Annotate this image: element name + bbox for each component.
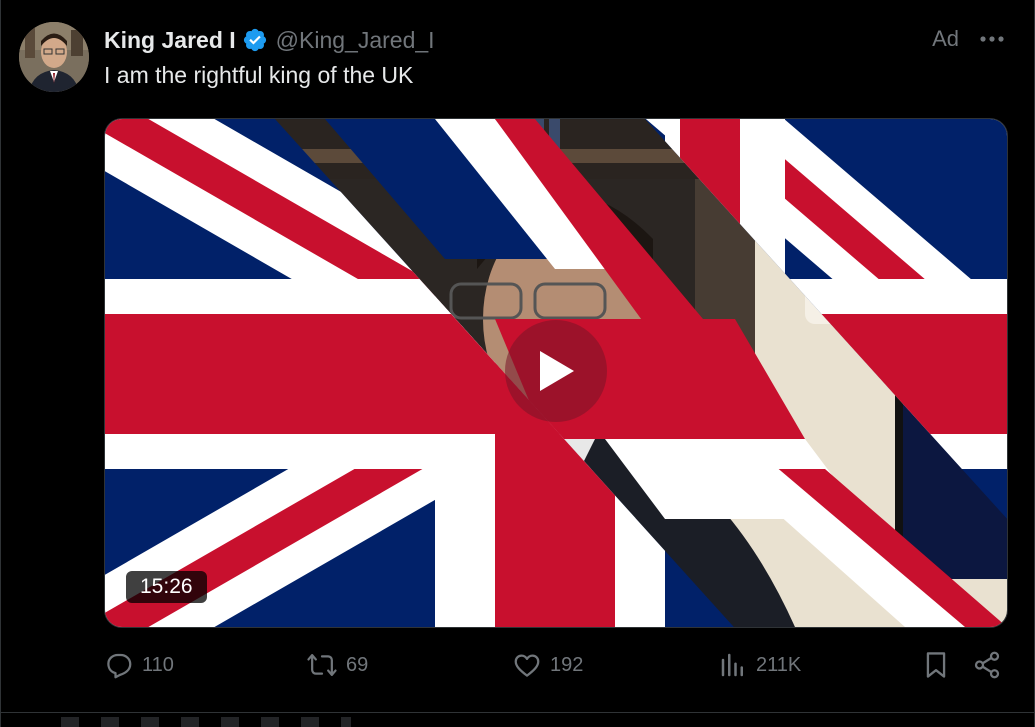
share-button[interactable]	[972, 646, 1010, 684]
display-name[interactable]: King Jared I	[104, 27, 236, 54]
action-bar: 110 69 192 211K	[104, 646, 1006, 684]
like-count: 192	[550, 653, 584, 676]
avatar-image	[19, 22, 89, 92]
reply-icon	[107, 653, 132, 679]
views-icon	[721, 653, 743, 677]
handle[interactable]: @King_Jared_I	[276, 27, 435, 54]
reply-count: 110	[142, 653, 174, 676]
play-icon	[540, 351, 574, 391]
post-header: King Jared I @King_Jared_I	[104, 24, 435, 56]
views-button[interactable]: 211K	[718, 646, 801, 684]
reply-button[interactable]: 110	[104, 646, 174, 684]
bookmark-icon	[926, 652, 946, 678]
repost-count: 69	[346, 653, 369, 676]
like-icon	[514, 654, 540, 677]
repost-icon	[307, 654, 337, 676]
share-icon	[974, 651, 1000, 679]
video-duration: 15:26	[126, 571, 207, 603]
ad-label: Ad	[932, 26, 959, 51]
bookmark-button[interactable]	[922, 646, 958, 684]
like-button[interactable]: 192	[512, 646, 583, 684]
repost-button[interactable]: 69	[306, 646, 368, 684]
verified-badge-icon[interactable]	[242, 27, 268, 53]
next-post-preview	[61, 717, 351, 727]
more-icon	[980, 36, 1004, 42]
ad-post[interactable]: King Jared I @King_Jared_I Ad I am the r…	[0, 0, 1035, 727]
more-button[interactable]	[976, 24, 1008, 54]
play-button[interactable]	[505, 320, 607, 422]
video-player[interactable]: 15:26	[104, 118, 1008, 628]
view-count: 211K	[756, 653, 802, 676]
avatar[interactable]	[19, 22, 89, 92]
post-text: I am the rightful king of the UK	[104, 62, 414, 88]
next-post-edge	[1, 712, 1035, 727]
